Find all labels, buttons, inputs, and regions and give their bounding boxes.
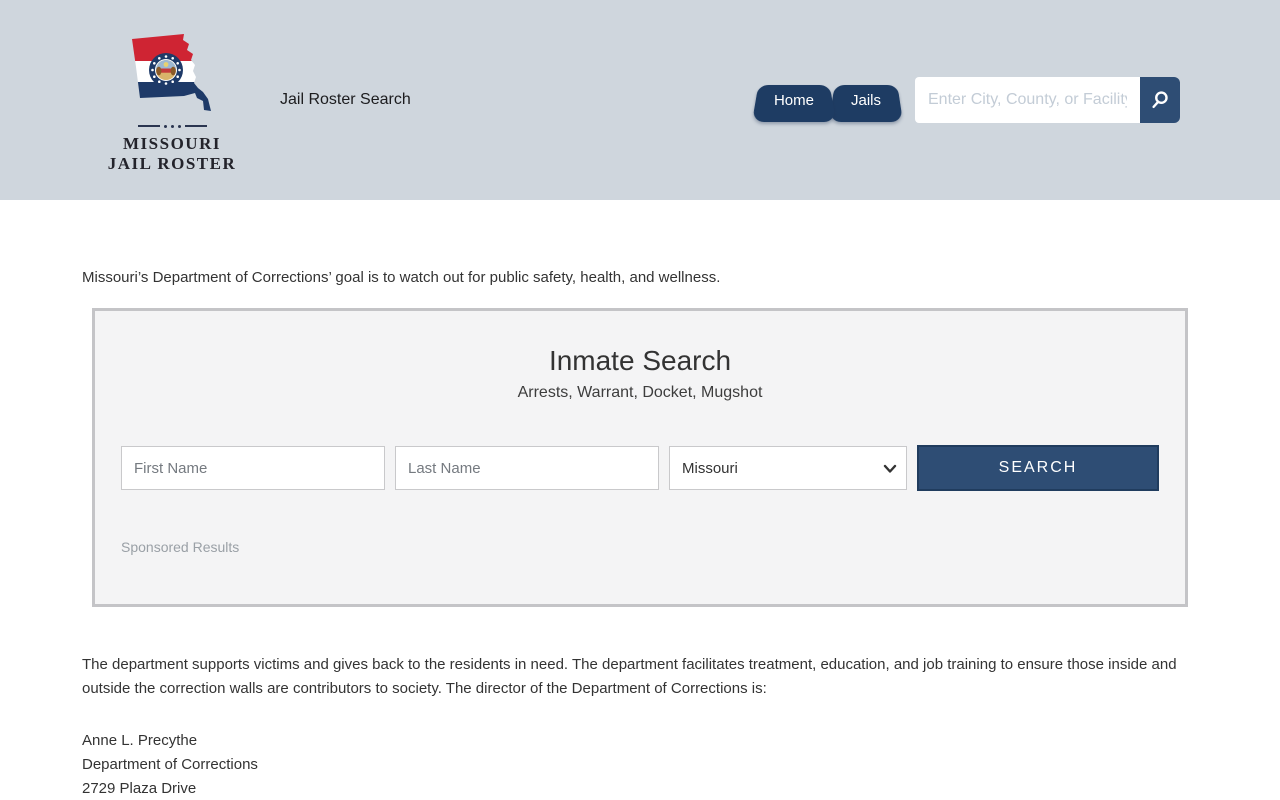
inmate-search-panel: Inmate Search Arrests, Warrant, Docket, … xyxy=(92,308,1188,607)
facility-search-input[interactable] xyxy=(915,77,1140,123)
state-select[interactable]: Missouri xyxy=(669,446,907,490)
nav-tab-home-label: Home xyxy=(774,92,814,109)
inmate-search-form: Missouri SEARCH xyxy=(121,446,1159,491)
contact-line-department: Department of Corrections xyxy=(82,753,1198,777)
search-submit-button[interactable]: SEARCH xyxy=(917,445,1159,491)
about-paragraph: The department supports victims and give… xyxy=(82,653,1198,701)
panel-subtitle: Arrests, Warrant, Docket, Mugshot xyxy=(121,384,1159,402)
nav-tab-jails-label: Jails xyxy=(851,92,881,109)
site-logo[interactable]: MISSOURI JAIL ROSTER xyxy=(112,27,232,174)
contact-block: Anne L. Precythe Department of Correctio… xyxy=(82,729,1198,800)
logo-title-line1: MISSOURI xyxy=(123,134,221,154)
first-name-input[interactable] xyxy=(121,446,385,490)
panel-title: Inmate Search xyxy=(121,345,1159,377)
logo-divider xyxy=(138,125,207,128)
main-content: Missouri’s Department of Corrections’ go… xyxy=(82,266,1198,800)
facility-search-button[interactable] xyxy=(1140,77,1180,123)
intro-text: Missouri’s Department of Corrections’ go… xyxy=(82,266,1198,290)
nav-tab-home[interactable]: Home xyxy=(752,78,836,122)
contact-line-director: Anne L. Precythe xyxy=(82,729,1198,753)
last-name-input[interactable] xyxy=(395,446,659,490)
sponsored-results-label: Sponsored Results xyxy=(121,539,1159,555)
site-title: Jail Roster Search xyxy=(280,91,411,109)
nav-tab-jails[interactable]: Jails xyxy=(829,78,903,122)
main-navigation: Home Jails xyxy=(752,78,903,122)
site-header: MISSOURI JAIL ROSTER Jail Roster Search … xyxy=(0,0,1280,200)
logo-title-line2: JAIL ROSTER xyxy=(108,154,236,174)
missouri-map-icon xyxy=(124,27,220,119)
state-select-wrapper: Missouri xyxy=(669,446,907,491)
search-icon xyxy=(1149,89,1171,111)
contact-line-street: 2729 Plaza Drive xyxy=(82,777,1198,800)
facility-search-bar xyxy=(915,77,1180,123)
